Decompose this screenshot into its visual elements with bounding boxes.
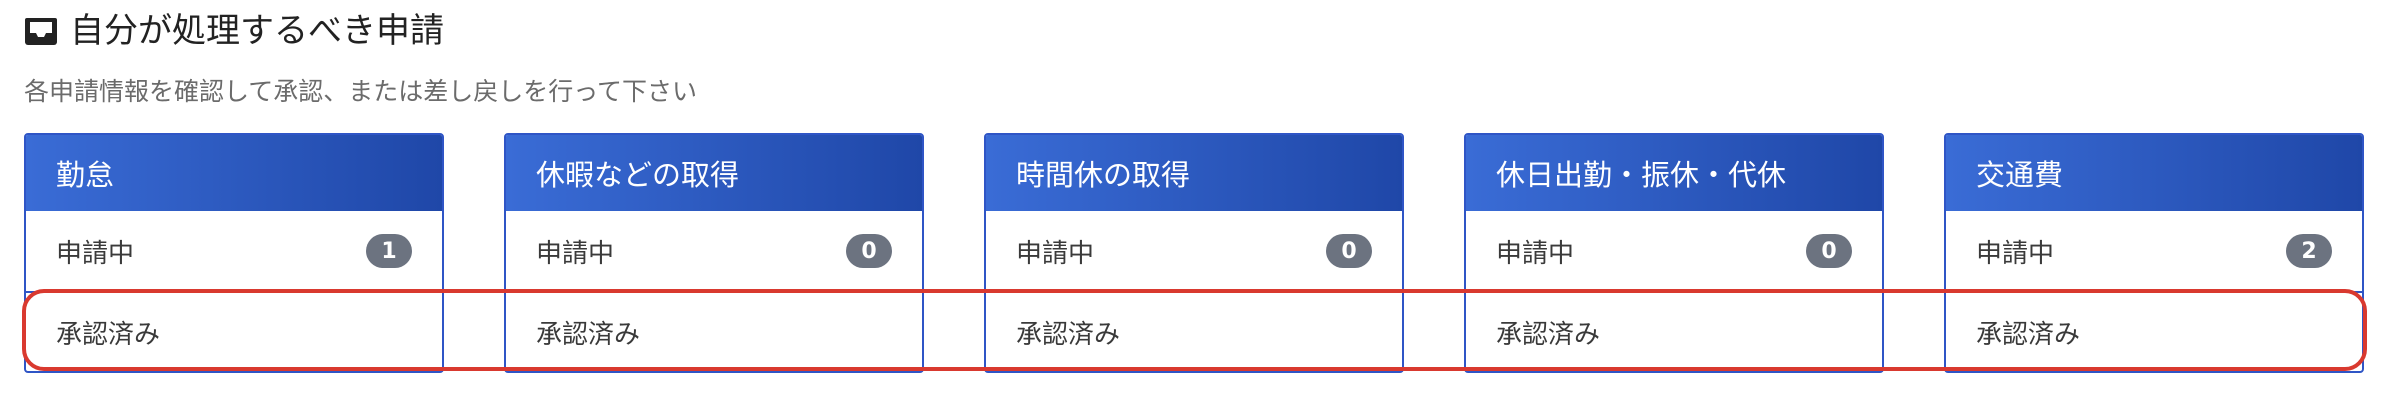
request-cards: 勤怠 申請中 1 承認済み 休暇などの取得 申請中 0 承認済み 時間休の取得 … — [24, 133, 2364, 373]
approved-label: 承認済み — [56, 319, 161, 350]
card-title: 時間休の取得 — [986, 135, 1402, 211]
approved-label: 承認済み — [1496, 319, 1601, 350]
pending-count-badge: 0 — [1326, 234, 1372, 268]
inbox-icon — [25, 18, 57, 45]
card-title: 休暇などの取得 — [506, 135, 922, 211]
approved-label: 承認済み — [536, 319, 641, 350]
card-title: 交通費 — [1946, 135, 2362, 211]
pending-row[interactable]: 申請中 0 — [506, 211, 922, 291]
card-leave: 休暇などの取得 申請中 0 承認済み — [504, 133, 924, 373]
card-kintai: 勤怠 申請中 1 承認済み — [24, 133, 444, 373]
approved-label: 承認済み — [1016, 319, 1121, 350]
card-title: 勤怠 — [26, 135, 442, 211]
pending-count-badge: 0 — [846, 234, 892, 268]
pending-label: 申請中 — [1976, 238, 2055, 269]
page-subtitle: 各申請情報を確認して承認、または差し戻しを行って下さい — [24, 77, 698, 106]
pending-count-badge: 2 — [2286, 234, 2332, 268]
pending-label: 申請中 — [1496, 238, 1575, 269]
approved-row[interactable]: 承認済み — [986, 291, 1402, 371]
pending-label: 申請中 — [56, 238, 135, 269]
pending-row[interactable]: 申請中 1 — [26, 211, 442, 291]
pending-label: 申請中 — [536, 238, 615, 269]
pending-count-badge: 0 — [1806, 234, 1852, 268]
pending-row[interactable]: 申請中 0 — [986, 211, 1402, 291]
pending-row[interactable]: 申請中 2 — [1946, 211, 2362, 291]
card-holiday-work: 休日出勤・振休・代休 申請中 0 承認済み — [1464, 133, 1884, 373]
pending-row[interactable]: 申請中 0 — [1466, 211, 1882, 291]
approved-row[interactable]: 承認済み — [506, 291, 922, 371]
pending-count-badge: 1 — [366, 234, 412, 268]
section-header: 自分が処理するべき申請 — [24, 6, 444, 56]
card-hourly-leave: 時間休の取得 申請中 0 承認済み — [984, 133, 1404, 373]
approved-label: 承認済み — [1976, 319, 2081, 350]
approved-row[interactable]: 承認済み — [26, 291, 442, 371]
approved-row[interactable]: 承認済み — [1946, 291, 2362, 371]
approved-row[interactable]: 承認済み — [1466, 291, 1882, 371]
card-title: 休日出勤・振休・代休 — [1466, 135, 1882, 211]
page-title: 自分が処理するべき申請 — [70, 11, 444, 51]
pending-label: 申請中 — [1016, 238, 1095, 269]
card-transportation: 交通費 申請中 2 承認済み — [1944, 133, 2364, 373]
